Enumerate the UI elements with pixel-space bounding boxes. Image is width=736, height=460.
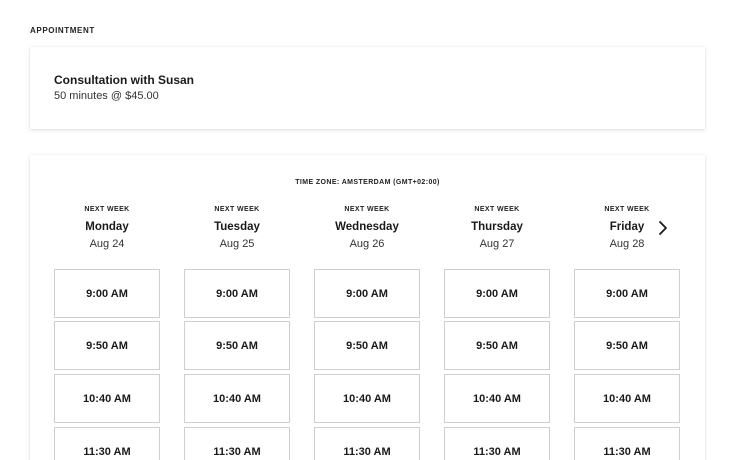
day-name: Thursday	[471, 221, 523, 233]
time-slot-button[interactable]: 10:40 AM	[444, 374, 550, 423]
schedule-card: TIME ZONE: AMSTERDAM (GMT+02:00) NEXT WE…	[30, 155, 705, 460]
appointment-card: Consultation with Susan 50 minutes @ $45…	[30, 47, 705, 129]
section-label: APPOINTMENT	[30, 26, 95, 35]
time-slot-button[interactable]: 10:40 AM	[184, 374, 290, 423]
time-slot-button[interactable]: 10:40 AM	[54, 374, 160, 423]
day-name: Tuesday	[214, 221, 260, 233]
day-date: Aug 27	[479, 238, 515, 250]
time-slot-button[interactable]: 11:30 AM	[54, 427, 160, 460]
day-date: Aug 25	[219, 238, 255, 250]
time-slot-button[interactable]: 11:30 AM	[184, 427, 290, 460]
time-slot-button[interactable]: 9:00 AM	[444, 269, 550, 318]
day-date: Aug 28	[609, 238, 645, 250]
time-slot-button[interactable]: 9:50 AM	[444, 321, 550, 370]
week-label: NEXT WEEK	[604, 206, 650, 213]
appointment-details: 50 minutes @ $45.00	[54, 90, 159, 102]
next-week-button[interactable]	[654, 219, 672, 237]
time-slot-button[interactable]: 10:40 AM	[574, 374, 680, 423]
week-label: NEXT WEEK	[84, 206, 130, 213]
time-slot-button[interactable]: 9:50 AM	[314, 321, 420, 370]
time-slot-button[interactable]: 9:00 AM	[184, 269, 290, 318]
time-slot-button[interactable]: 9:50 AM	[574, 321, 680, 370]
time-slot-button[interactable]: 9:50 AM	[54, 321, 160, 370]
time-slot-button[interactable]: 11:30 AM	[444, 427, 550, 460]
time-slot-button[interactable]: 9:00 AM	[54, 269, 160, 318]
week-label: NEXT WEEK	[344, 206, 390, 213]
appointment-title: Consultation with Susan	[54, 73, 194, 87]
day-date: Aug 26	[349, 238, 385, 250]
week-label: NEXT WEEK	[474, 206, 520, 213]
chevron-right-icon	[659, 221, 667, 235]
day-name: Wednesday	[335, 221, 399, 233]
day-name: Monday	[85, 221, 129, 233]
day-date: Aug 24	[89, 238, 125, 250]
time-slot-button[interactable]: 9:00 AM	[574, 269, 680, 318]
time-slot-button[interactable]: 9:50 AM	[184, 321, 290, 370]
week-label: NEXT WEEK	[214, 206, 260, 213]
time-slot-button[interactable]: 10:40 AM	[314, 374, 420, 423]
time-slot-button[interactable]: 11:30 AM	[314, 427, 420, 460]
time-slot-button[interactable]: 11:30 AM	[574, 427, 680, 460]
time-slot-button[interactable]: 9:00 AM	[314, 269, 420, 318]
timezone-label: TIME ZONE: AMSTERDAM (GMT+02:00)	[295, 179, 440, 186]
